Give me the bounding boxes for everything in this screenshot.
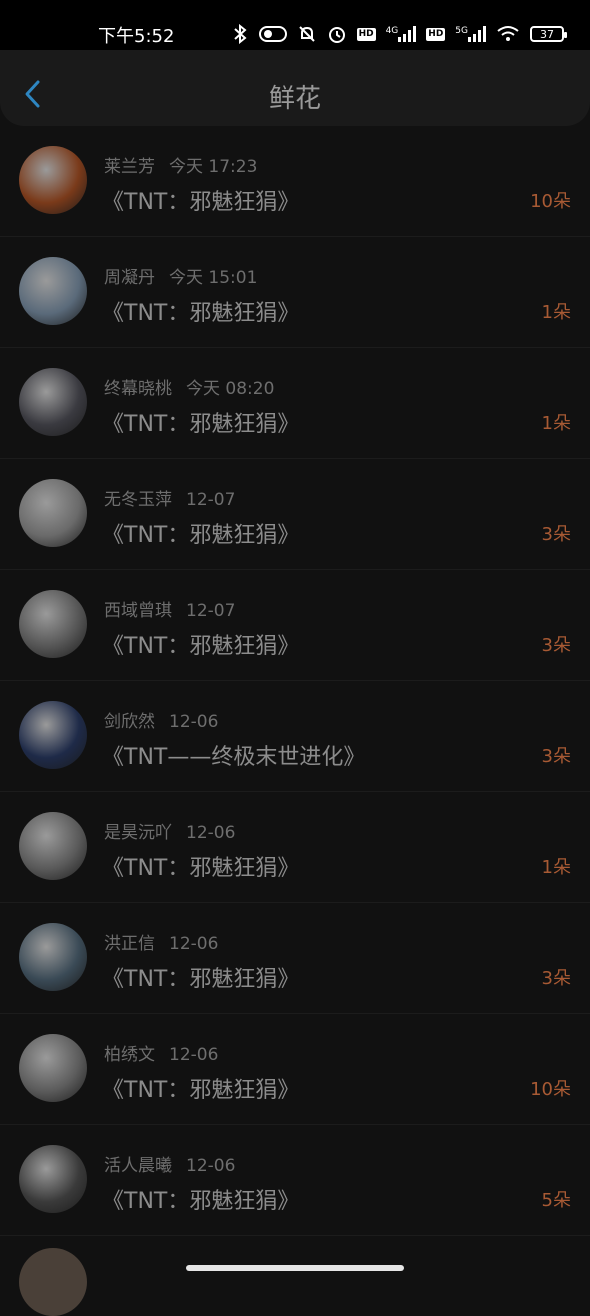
user-name[interactable]: 周凝丹: [104, 268, 155, 288]
signal-5g-icon: 5G: [455, 26, 486, 42]
list-item[interactable]: 是昊沅吖 12-06 《TNT：邪魅狂狷》 1朵: [0, 792, 590, 903]
flower-count: 1朵: [541, 413, 571, 434]
timestamp: 12-07: [186, 490, 236, 510]
avatar[interactable]: [19, 812, 87, 880]
user-name[interactable]: 洪正信: [104, 934, 155, 954]
timestamp: 12-06: [169, 934, 219, 954]
avatar[interactable]: [19, 257, 87, 325]
bluetooth-icon: [231, 24, 249, 44]
battery-icon: 37: [530, 26, 567, 42]
status-time: 下午5:52: [98, 26, 175, 47]
book-title[interactable]: 《TNT：邪魅狂狷》: [102, 406, 299, 438]
toggle-icon: [258, 25, 287, 43]
network-5g-label: 5G: [455, 26, 468, 36]
timestamp: 12-06: [186, 1156, 236, 1176]
timestamp: 今天 15:01: [169, 268, 258, 288]
timestamp: 今天 17:23: [169, 157, 258, 177]
timestamp: 今天 08:20: [186, 379, 275, 399]
avatar[interactable]: [19, 146, 87, 214]
page-title: 鲜花: [268, 84, 321, 114]
user-name[interactable]: 柏绣文: [104, 1045, 155, 1065]
timestamp: 12-07: [186, 601, 236, 621]
network-4g-label: 4G: [385, 26, 399, 36]
avatar[interactable]: [19, 479, 87, 547]
book-title[interactable]: 《TNT：邪魅狂狷》: [102, 295, 299, 327]
signal-4g-icon: 4G: [386, 26, 417, 42]
user-name[interactable]: 西域曾琪: [104, 601, 172, 621]
flower-count: 10朵: [530, 1079, 571, 1100]
wifi-icon: [496, 25, 520, 43]
flower-count: 3朵: [541, 635, 571, 656]
avatar[interactable]: [19, 701, 87, 769]
avatar-partial[interactable]: [19, 1248, 87, 1316]
book-title[interactable]: 《TNT：邪魅狂狷》: [102, 1183, 299, 1215]
user-name[interactable]: 活人晨曦: [104, 1156, 172, 1176]
avatar[interactable]: [19, 368, 87, 436]
flower-count: 3朵: [541, 524, 571, 545]
alarm-icon: [327, 24, 347, 44]
list-item[interactable]: 无冬玉萍 12-07 《TNT：邪魅狂狷》 3朵: [0, 459, 590, 570]
flower-list: 莱兰芳 今天 17:23 《TNT：邪魅狂狷》 10朵 周凝丹 今天 15:01 《…: [0, 126, 590, 1236]
nav-bar: 鲜花: [0, 50, 590, 126]
timestamp: 12-06: [186, 823, 236, 843]
status-icons: HD 4G HD 5G 37: [231, 21, 567, 47]
book-title[interactable]: 《TNT：邪魅狂狷》: [102, 1072, 299, 1104]
list-item[interactable]: 柏绣文 12-06 《TNT：邪魅狂狷》 10朵: [0, 1014, 590, 1125]
list-item[interactable]: 周凝丹 今天 15:01 《TNT：邪魅狂狷》 1朵: [0, 237, 590, 348]
status-bar: 下午5:52 HD 4G HD 5G 37: [0, 0, 590, 50]
book-title[interactable]: 《TNT：邪魅狂狷》: [102, 850, 299, 882]
list-item[interactable]: 西域曾琪 12-07 《TNT：邪魅狂狷》 3朵: [0, 570, 590, 681]
timestamp: 12-06: [169, 712, 219, 732]
user-name[interactable]: 终幕晓桃: [104, 379, 172, 399]
hd-badge: HD: [356, 27, 376, 41]
flower-count: 5朵: [541, 1190, 571, 1211]
list-item[interactable]: 剑欣然 12-06 《TNT——终极末世进化》 3朵: [0, 681, 590, 792]
list-item[interactable]: 终幕晓桃 今天 08:20 《TNT：邪魅狂狷》 1朵: [0, 348, 590, 459]
flower-count: 10朵: [530, 191, 571, 212]
book-title[interactable]: 《TNT：邪魅狂狷》: [102, 517, 299, 549]
flower-count: 1朵: [541, 857, 571, 878]
user-name[interactable]: 无冬玉萍: [104, 490, 172, 510]
avatar[interactable]: [19, 590, 87, 658]
hd-badge-2: HD: [426, 27, 446, 41]
flower-count: 3朵: [541, 968, 571, 989]
avatar[interactable]: [19, 1145, 87, 1213]
book-title[interactable]: 《TNT：邪魅狂狷》: [102, 961, 299, 993]
avatar[interactable]: [19, 1034, 87, 1102]
book-title[interactable]: 《TNT：邪魅狂狷》: [102, 184, 299, 216]
user-name[interactable]: 是昊沅吖: [104, 823, 172, 843]
home-indicator[interactable]: [186, 1265, 404, 1271]
flower-count: 3朵: [541, 746, 571, 767]
book-title[interactable]: 《TNT：邪魅狂狷》: [102, 628, 299, 660]
book-title[interactable]: 《TNT——终极末世进化》: [102, 739, 365, 771]
avatar[interactable]: [19, 923, 87, 991]
timestamp: 12-06: [169, 1045, 219, 1065]
list-item[interactable]: 活人晨曦 12-06 《TNT：邪魅狂狷》 5朵: [0, 1125, 590, 1236]
flower-count: 1朵: [541, 302, 571, 323]
user-name[interactable]: 剑欣然: [104, 712, 155, 732]
list-item[interactable]: 洪正信 12-06 《TNT：邪魅狂狷》 3朵: [0, 903, 590, 1014]
mute-bell-icon: [297, 24, 317, 44]
list-item[interactable]: 莱兰芳 今天 17:23 《TNT：邪魅狂狷》 10朵: [0, 126, 590, 237]
user-name[interactable]: 莱兰芳: [104, 157, 155, 177]
